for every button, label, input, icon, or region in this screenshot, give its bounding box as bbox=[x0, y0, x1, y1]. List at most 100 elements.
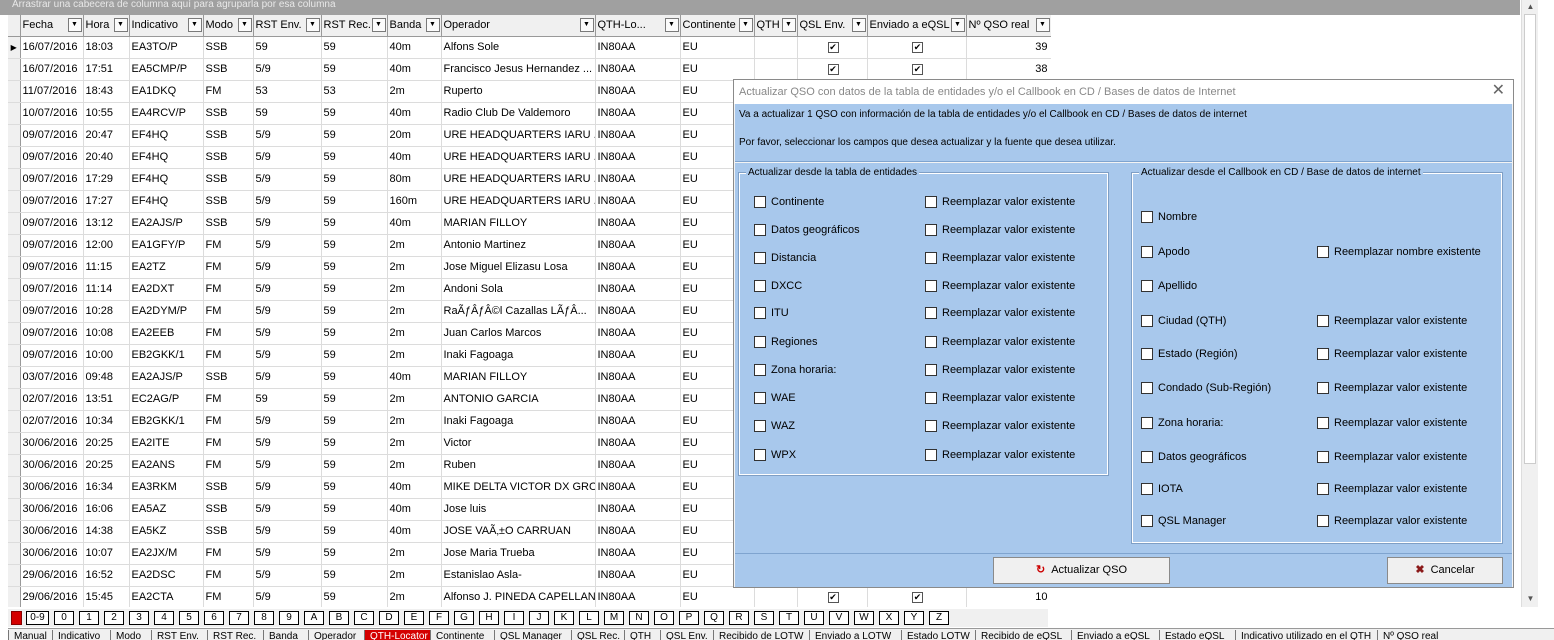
cell-loc[interactable]: IN80AA bbox=[595, 366, 681, 389]
cell-op[interactable]: Ruperto bbox=[441, 80, 596, 103]
cell-cont[interactable]: EU bbox=[680, 586, 755, 607]
cell-op[interactable]: URE HEADQUARTERS IARU ... bbox=[441, 146, 596, 169]
cell-rste[interactable]: 5/9 bbox=[253, 190, 322, 213]
cell-rstr[interactable]: 59 bbox=[321, 586, 388, 607]
cell-hora[interactable]: 10:28 bbox=[83, 300, 130, 323]
cell-hora[interactable]: 12:00 bbox=[83, 234, 130, 257]
entity-field-checkbox[interactable]: WPX bbox=[754, 449, 796, 462]
letter-filter-T[interactable]: T bbox=[779, 611, 799, 625]
checkbox-icon[interactable] bbox=[1317, 417, 1329, 430]
cell-rste[interactable]: 5/9 bbox=[253, 124, 322, 147]
column-filter-dropdown-icon[interactable]: ▼ bbox=[237, 18, 252, 32]
cell-hora[interactable]: 18:43 bbox=[83, 80, 130, 103]
sort-tab[interactable]: QSL Rec. bbox=[571, 630, 624, 640]
cell-ind[interactable]: EA2JX/M bbox=[129, 542, 204, 565]
sort-tab[interactable]: Indicativo bbox=[52, 630, 110, 640]
cell-rstr[interactable]: 59 bbox=[321, 498, 388, 521]
checkbox-icon[interactable] bbox=[1317, 515, 1329, 528]
cell-loc[interactable]: IN80AA bbox=[595, 256, 681, 279]
cell-hora[interactable]: 17:27 bbox=[83, 190, 130, 213]
letter-filter-6[interactable]: 6 bbox=[204, 611, 224, 625]
cell-fecha[interactable]: 09/07/2016 bbox=[20, 212, 84, 235]
callbook-field-checkbox[interactable]: QSL Manager bbox=[1141, 515, 1226, 528]
cell-banda[interactable]: 2m bbox=[387, 586, 442, 607]
cell-op[interactable]: JOSE VAÃ‚±O CARRUAN bbox=[441, 520, 596, 543]
cell-op[interactable]: Victor bbox=[441, 432, 596, 455]
cell-fecha[interactable]: 10/07/2016 bbox=[20, 102, 84, 125]
cell-qth[interactable] bbox=[754, 36, 798, 59]
cell-op[interactable]: Alfons Sole bbox=[441, 36, 596, 59]
cell-hora[interactable]: 17:51 bbox=[83, 58, 130, 81]
cell-hora[interactable]: 09:48 bbox=[83, 366, 130, 389]
cell-cont[interactable]: EU bbox=[680, 36, 755, 59]
cell-loc[interactable]: IN80AA bbox=[595, 498, 681, 521]
cell-banda[interactable]: 2m bbox=[387, 432, 442, 455]
replace-existing-checkbox[interactable]: Reemplazar valor existente bbox=[1317, 382, 1467, 395]
sort-tab[interactable]: Nº QSO real bbox=[1377, 630, 1455, 640]
callbook-field-checkbox[interactable]: Estado (Región) bbox=[1141, 348, 1238, 361]
cell-hora[interactable]: 17:29 bbox=[83, 168, 130, 191]
column-filter-dropdown-icon[interactable]: ▼ bbox=[187, 18, 202, 32]
cell-loc[interactable]: IN80AA bbox=[595, 212, 681, 235]
letter-filter-N[interactable]: N bbox=[629, 611, 649, 625]
cell-modo[interactable]: SSB bbox=[203, 476, 254, 499]
cell-qsl[interactable]: ✔ bbox=[797, 36, 868, 59]
cell-loc[interactable]: IN80AA bbox=[595, 520, 681, 543]
column-filter-dropdown-icon[interactable]: ▼ bbox=[371, 18, 386, 32]
cell-rstr[interactable]: 59 bbox=[321, 36, 388, 59]
column-header[interactable]: QTH-Lo... ▼ bbox=[595, 15, 681, 37]
cell-loc[interactable]: IN80AA bbox=[595, 410, 681, 433]
letter-filter-8[interactable]: 8 bbox=[254, 611, 274, 625]
entity-field-checkbox[interactable]: Datos geográficos bbox=[754, 224, 860, 237]
cell-loc[interactable]: IN80AA bbox=[595, 146, 681, 169]
cell-fecha[interactable]: 09/07/2016 bbox=[20, 278, 84, 301]
cell-fecha[interactable]: 09/07/2016 bbox=[20, 322, 84, 345]
cell-modo[interactable]: FM bbox=[203, 564, 254, 587]
checkbox-icon[interactable] bbox=[1141, 315, 1153, 328]
cell-rste[interactable]: 5/9 bbox=[253, 168, 322, 191]
cell-rste[interactable]: 59 bbox=[253, 36, 322, 59]
close-icon[interactable]: ✕ bbox=[1492, 83, 1505, 99]
checkbox-icon[interactable] bbox=[925, 224, 937, 237]
table-row[interactable]: ▶ 16/07/2016 18:03 EA3TO/P SSB 59 59 40m Alfons … bbox=[8, 36, 1051, 59]
cell-ind[interactable]: EA3TO/P bbox=[129, 36, 204, 59]
cell-loc[interactable]: IN80AA bbox=[595, 586, 681, 607]
letter-filter-5[interactable]: 5 bbox=[179, 611, 199, 625]
cell-op[interactable]: RaÃƒÂƒÂ©l Cazallas LÃƒÂ... bbox=[441, 300, 596, 323]
cell-rste[interactable]: 5/9 bbox=[253, 476, 322, 499]
cell-rste[interactable]: 5/9 bbox=[253, 212, 322, 235]
cell-banda[interactable]: 40m bbox=[387, 212, 442, 235]
cell-rstr[interactable]: 59 bbox=[321, 102, 388, 125]
callbook-field-checkbox[interactable]: Datos geográficos bbox=[1141, 451, 1247, 464]
cell-fecha[interactable]: 02/07/2016 bbox=[20, 388, 84, 411]
letter-filter-D[interactable]: D bbox=[379, 611, 399, 625]
letter-filter-C[interactable]: C bbox=[354, 611, 374, 625]
column-filter-dropdown-icon[interactable]: ▼ bbox=[664, 18, 679, 32]
replace-existing-checkbox[interactable]: Reemplazar valor existente bbox=[925, 449, 1075, 462]
cell-loc[interactable]: IN80AA bbox=[595, 476, 681, 499]
cell-banda[interactable]: 40m bbox=[387, 498, 442, 521]
checkbox-icon[interactable] bbox=[925, 420, 937, 433]
column-header[interactable]: Fecha ▼ bbox=[20, 15, 84, 37]
letter-filter-E[interactable]: E bbox=[404, 611, 424, 625]
cell-rste[interactable]: 5/9 bbox=[253, 234, 322, 257]
cell-loc[interactable]: IN80AA bbox=[595, 454, 681, 477]
cell-modo[interactable]: SSB bbox=[203, 498, 254, 521]
column-header[interactable]: Indicativo ▼ bbox=[129, 15, 204, 37]
checkbox-icon[interactable] bbox=[1141, 515, 1153, 528]
cell-rstr[interactable]: 59 bbox=[321, 278, 388, 301]
cell-rste[interactable]: 5/9 bbox=[253, 58, 322, 81]
cell-fecha[interactable]: 30/06/2016 bbox=[20, 432, 84, 455]
cell-hora[interactable]: 10:00 bbox=[83, 344, 130, 367]
cell-op[interactable]: Ruben bbox=[441, 454, 596, 477]
cell-fecha[interactable]: 09/07/2016 bbox=[20, 124, 84, 147]
letter-filter-0[interactable]: 0 bbox=[54, 611, 74, 625]
sort-tab[interactable]: Banda bbox=[263, 630, 308, 640]
cell-ind[interactable]: EF4HQ bbox=[129, 190, 204, 213]
cell-op[interactable]: Alfonso J. PINEDA CAPELLAN bbox=[441, 586, 596, 607]
cell-banda[interactable]: 2m bbox=[387, 278, 442, 301]
cell-op[interactable]: ANTONIO GARCIA bbox=[441, 388, 596, 411]
column-header[interactable]: RST Rec. ▼ bbox=[321, 15, 388, 37]
checkbox-icon[interactable] bbox=[754, 252, 766, 265]
cell-num[interactable]: 39 bbox=[966, 36, 1051, 59]
